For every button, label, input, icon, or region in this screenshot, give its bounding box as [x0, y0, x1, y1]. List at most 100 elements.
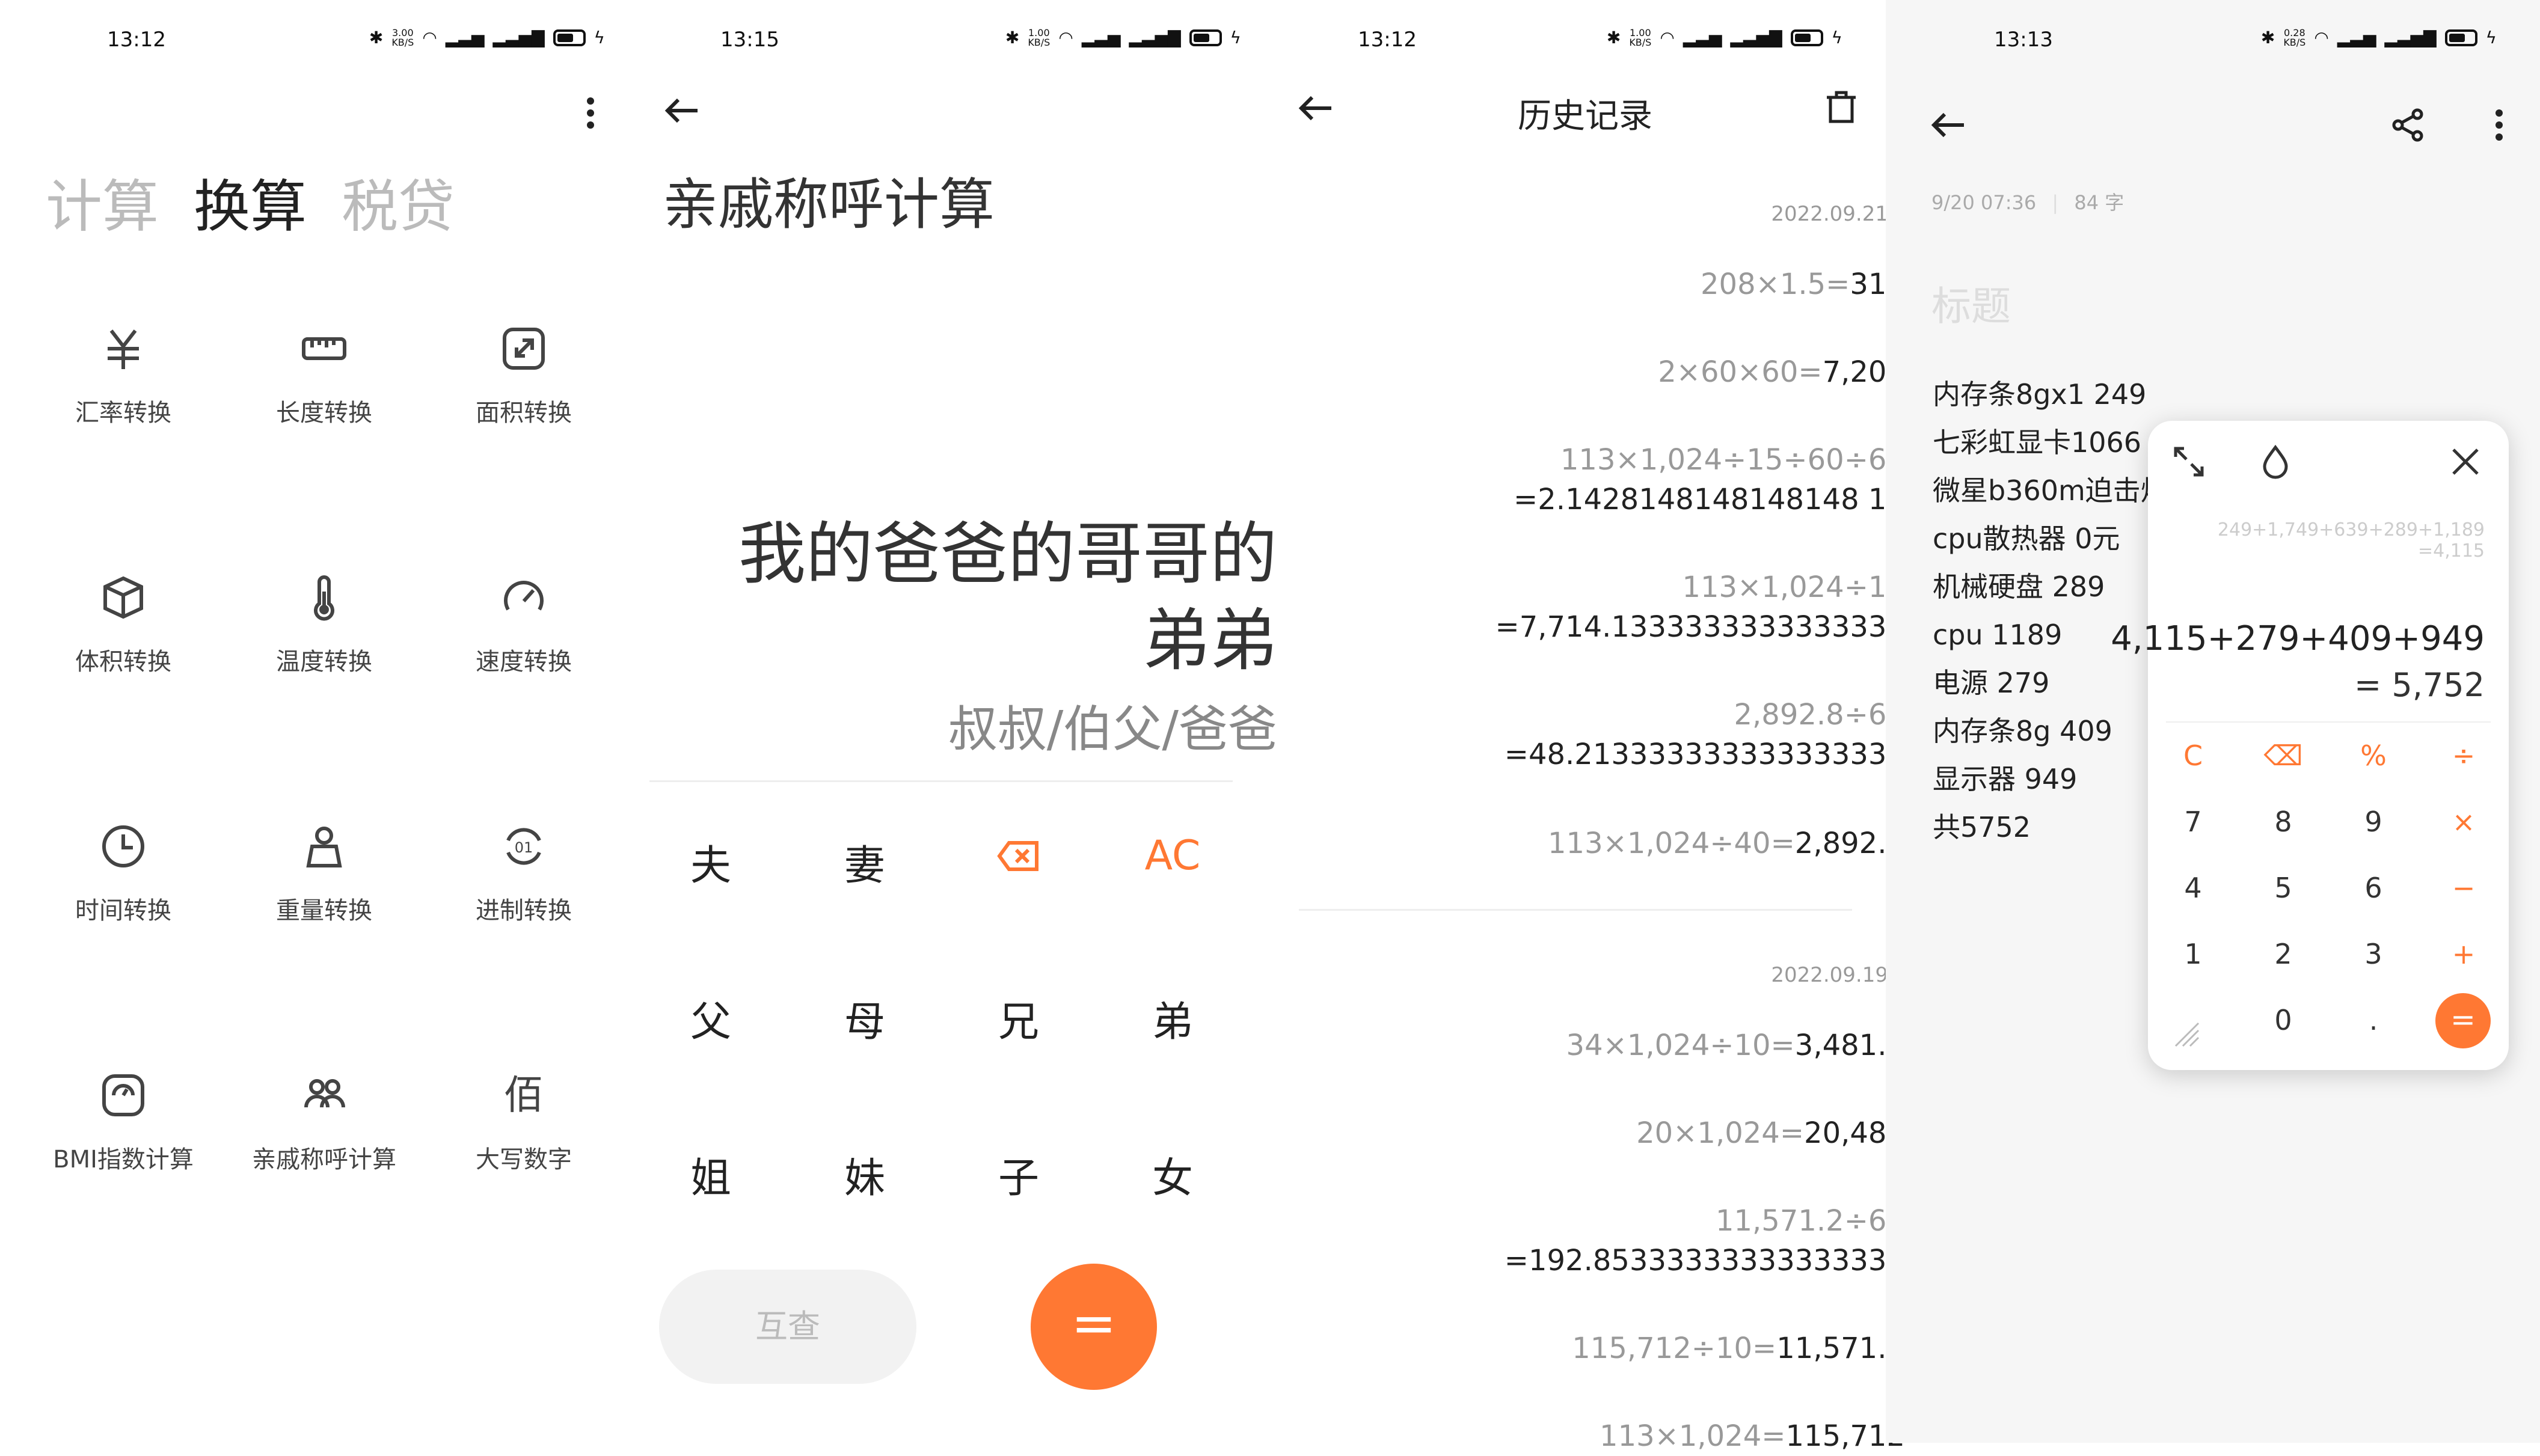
grid-item-temperature[interactable]: 温度转换 — [225, 574, 423, 677]
clear-all-button[interactable]: AC — [1112, 832, 1233, 879]
key-8[interactable]: 8 — [2250, 806, 2316, 838]
key-younger-sister[interactable]: 妹 — [805, 1145, 925, 1204]
status-time: 13:12 — [1358, 28, 1417, 52]
key-husband[interactable]: 夫 — [651, 832, 771, 892]
history-entry[interactable]: 2×60×60=7,200 — [1424, 352, 1905, 392]
key-1[interactable]: 1 — [2160, 938, 2226, 970]
key-elder-brother[interactable]: 兄 — [959, 988, 1079, 1048]
note-title-field[interactable]: 标题 — [1931, 274, 2011, 332]
tab-calculate[interactable]: 计算 — [46, 161, 159, 243]
grid-item-capital-number[interactable]: 佰 大写数字 — [425, 1071, 623, 1175]
mutual-check-button[interactable]: 互查 — [659, 1270, 916, 1384]
share-icon[interactable] — [2390, 107, 2426, 143]
more-menu-icon[interactable] — [583, 95, 598, 131]
key-0[interactable]: 0 — [2250, 1004, 2316, 1036]
key-daughter[interactable]: 女 — [1112, 1145, 1233, 1204]
divide-button[interactable]: ÷ — [2431, 739, 2497, 772]
signal-icon: ▂▃▅ — [445, 28, 485, 47]
grid-item-base[interactable]: 01 进制转换 — [425, 822, 623, 926]
key-elder-sister[interactable]: 姐 — [651, 1145, 771, 1204]
status-bar: 13:15 ✱ 1.00 KB/S ◠ ▂▃▅ ▂▃▅▇ ϟ — [648, 23, 1284, 59]
history-entry[interactable]: 113×1,024=115,712 — [1424, 1416, 1905, 1456]
expression-line: 我的爸爸的哥哥的 — [738, 515, 1277, 593]
note-meta: 9/20 07:36 | 84 字 — [1931, 191, 2124, 214]
mode-tabs: 计算 换算 税贷 — [46, 161, 455, 243]
back-arrow-icon[interactable] — [663, 91, 701, 130]
bluetooth-icon: ✱ — [2260, 28, 2275, 47]
capital-number-icon: 佰 — [504, 1072, 544, 1118]
trash-icon[interactable] — [1823, 89, 1859, 125]
key-3[interactable]: 3 — [2340, 938, 2407, 970]
tab-tax-loan[interactable]: 税贷 — [342, 161, 455, 243]
multiply-button[interactable]: × — [2431, 806, 2497, 838]
expression-line: 弟弟 — [1143, 602, 1277, 680]
key-son[interactable]: 子 — [959, 1145, 1079, 1204]
key-5[interactable]: 5 — [2250, 872, 2316, 904]
status-icons: ✱ 1.00 KB/S ◠ ▂▃▅ ▂▃▅▇ ϟ — [1607, 28, 1842, 47]
grid-item-length[interactable]: 长度转换 — [225, 325, 423, 428]
plus-button[interactable]: + — [2431, 938, 2497, 970]
back-arrow-icon[interactable] — [1929, 106, 1968, 144]
key-mother[interactable]: 母 — [805, 988, 925, 1048]
grid-item-label: 面积转换 — [476, 399, 572, 427]
backspace-icon[interactable]: ⌫ — [2250, 739, 2316, 772]
key-father[interactable]: 父 — [651, 988, 771, 1048]
bluetooth-icon: ✱ — [1606, 28, 1621, 47]
key-7[interactable]: 7 — [2160, 806, 2226, 838]
status-time: 13:13 — [1994, 28, 2053, 52]
battery-icon — [1790, 29, 1823, 46]
grid-item-time[interactable]: 时间转换 — [24, 822, 222, 926]
more-menu-icon[interactable] — [2492, 107, 2506, 143]
history-entry[interactable]: 113×1,024÷15 =7,714.1333333333333333 — [1424, 567, 1905, 647]
history-entry[interactable]: 113×1,024÷15÷60÷60 =2.1428148148148148 14 — [1424, 440, 1905, 519]
minus-button[interactable]: − — [2431, 872, 2497, 904]
resize-handle-icon[interactable] — [2172, 1020, 2202, 1050]
history-entry[interactable]: 115,712÷10=11,571.2 — [1424, 1329, 1905, 1368]
close-icon[interactable] — [2449, 445, 2482, 479]
bluetooth-icon: ✱ — [1005, 28, 1020, 47]
wifi-icon: ◠ — [1058, 28, 1073, 47]
history-entry[interactable]: 208×1.5=312 — [1424, 265, 1905, 304]
key-decimal[interactable]: . — [2340, 1004, 2407, 1036]
key-6[interactable]: 6 — [2340, 872, 2407, 904]
history-entry[interactable]: 2,892.8÷60 =48.213333333333333333 — [1424, 695, 1905, 774]
battery-icon — [2444, 29, 2477, 46]
relation-expression: 我的爸爸的哥哥的 弟弟 — [736, 511, 1277, 684]
backspace-icon[interactable] — [959, 832, 1079, 880]
grid-item-weight[interactable]: 重量转换 — [225, 822, 423, 926]
area-icon — [500, 325, 548, 373]
history-entry[interactable]: 34×1,024÷10=3,481.6 — [1424, 1026, 1905, 1065]
history-date: 2022.09.19 — [1771, 963, 1888, 987]
charging-icon: ϟ — [1230, 28, 1241, 47]
opacity-drop-icon[interactable] — [2259, 444, 2292, 480]
grid-item-label: 体积转换 — [75, 648, 171, 676]
key-4[interactable]: 4 — [2160, 872, 2226, 904]
signal-icon: ▂▃▅ — [2337, 28, 2376, 47]
network-speed: 0.28 KB/S — [2283, 26, 2306, 48]
equals-button[interactable]: = — [1031, 1264, 1157, 1390]
tab-convert[interactable]: 换算 — [194, 161, 307, 243]
grid-item-speed[interactable]: 速度转换 — [425, 574, 623, 677]
status-bar: 13:12 ✱ 3.00 KB/S ◠ ▂▃▅ ▂▃▅▇ ϟ — [0, 23, 648, 59]
grid-item-area[interactable]: 面积转换 — [425, 325, 623, 428]
expand-icon[interactable] — [2172, 445, 2206, 479]
key-younger-brother[interactable]: 弟 — [1112, 988, 1233, 1048]
key-9[interactable]: 9 — [2340, 806, 2407, 838]
percent-button[interactable]: % — [2340, 739, 2407, 772]
history-entry[interactable]: 20×1,024=20,480 — [1424, 1113, 1905, 1153]
family-icon — [300, 1071, 348, 1119]
key-wife[interactable]: 妻 — [805, 832, 925, 892]
signal-5g-icon: ▂▃▅▇ — [2384, 28, 2437, 47]
key-2[interactable]: 2 — [2250, 938, 2316, 970]
grid-item-label: 汇率转换 — [75, 399, 171, 427]
equals-button[interactable]: = — [2435, 993, 2491, 1048]
grid-item-label: 速度转换 — [476, 648, 572, 676]
grid-item-relatives[interactable]: 亲戚称呼计算 — [225, 1071, 423, 1175]
clear-button[interactable]: C — [2160, 739, 2226, 772]
grid-item-bmi[interactable]: BMI指数计算 — [24, 1071, 222, 1175]
history-date: 2022.09.21 — [1771, 202, 1888, 226]
grid-item-currency[interactable]: 汇率转换 — [24, 325, 222, 428]
history-entry[interactable]: 11,571.2÷60 =192.85333333333333333 — [1424, 1201, 1905, 1280]
grid-item-volume[interactable]: 体积转换 — [24, 574, 222, 677]
history-entry[interactable]: 113×1,024÷40=2,892.8 — [1424, 824, 1905, 863]
